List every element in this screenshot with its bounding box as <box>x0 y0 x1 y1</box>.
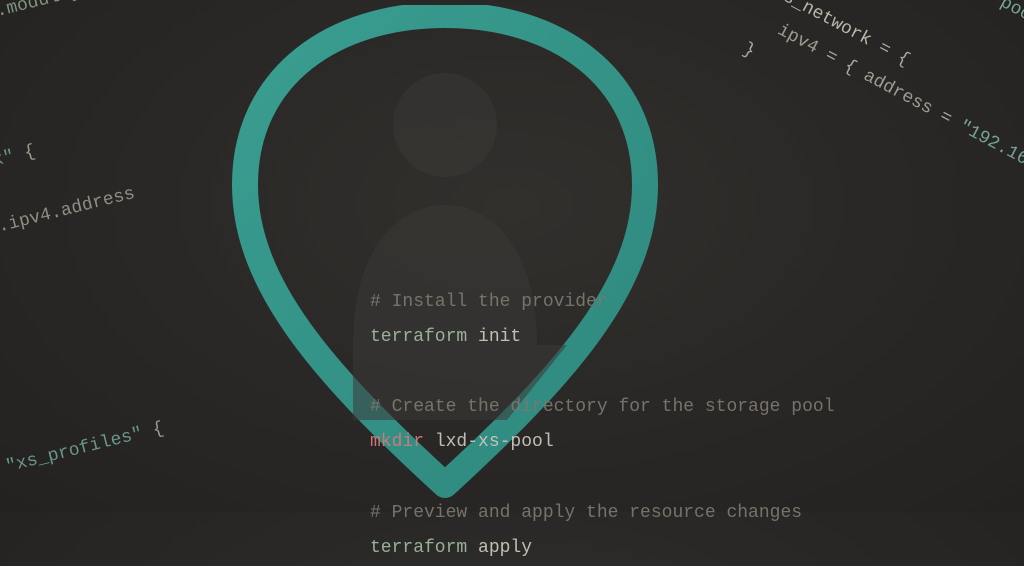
code-fragment-top-right: xs_storage_pool = { name = "xs_storage_p… <box>736 0 1024 265</box>
code-fragment-bottom-left: file" "xs_profiles" { <box>0 413 167 499</box>
code-fragment-center: # Install the provider terraform init # … <box>370 285 834 566</box>
code-fragment-top-left: _pool.name .cwd}/${path.module}/${var.xs… <box>0 0 325 60</box>
code-fragment-mid-left: twork" "xs_network" { = var.xs_network.i… <box>0 115 162 379</box>
